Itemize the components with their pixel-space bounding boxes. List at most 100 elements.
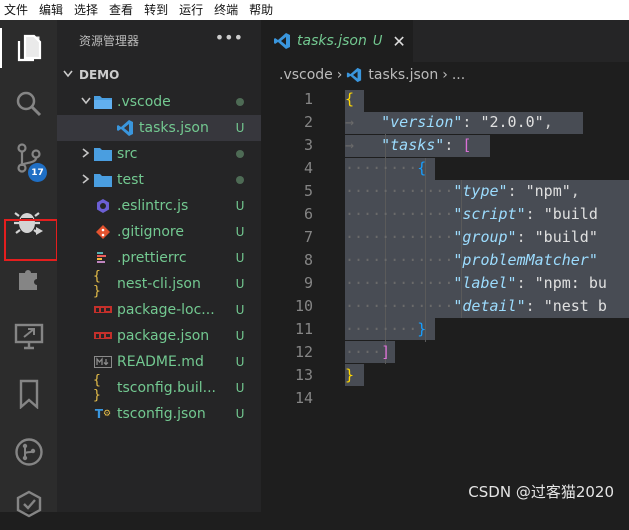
code-key: "detail" bbox=[453, 297, 526, 315]
breadcrumb-folder[interactable]: .vscode bbox=[279, 67, 333, 83]
tree-item-tsconfig-json[interactable]: T ⚙ tsconfig.json U bbox=[57, 401, 261, 427]
line-number: 7 bbox=[303, 228, 313, 246]
chevron-right-icon bbox=[79, 173, 93, 187]
tree-item-prettierrc[interactable]: .prettierrc U bbox=[57, 245, 261, 271]
tab-tasks-json[interactable]: tasks.json U ✕ bbox=[261, 20, 413, 62]
line-number: 5 bbox=[303, 182, 313, 200]
modified-dot bbox=[231, 95, 249, 109]
line-number: 13 bbox=[294, 366, 313, 384]
folder-icon bbox=[93, 171, 113, 189]
tree-item-label: tsconfig.json bbox=[117, 406, 206, 422]
code-editor[interactable]: 1{ 2 → "version": "2.0.0", 3 → "tasks": [ … bbox=[261, 88, 629, 512]
editor-tab-bar: tasks.json U ✕ bbox=[261, 20, 629, 62]
code-token: } bbox=[345, 366, 355, 384]
code-token: { bbox=[417, 159, 427, 177]
code-string: "nest b bbox=[543, 297, 607, 315]
bookmarks-icon[interactable] bbox=[0, 368, 57, 420]
source-control-icon[interactable]: 17 bbox=[0, 132, 57, 184]
menu-terminal[interactable]: 终端 bbox=[209, 0, 244, 20]
source-control-badge: 17 bbox=[28, 163, 47, 182]
workspace-section-header[interactable]: DEMO bbox=[57, 63, 261, 87]
vscode-file-icon bbox=[273, 32, 291, 50]
chevron-right-icon: › bbox=[336, 67, 343, 83]
chevron-right-icon: › bbox=[442, 67, 448, 83]
breadcrumb-more[interactable]: ... bbox=[452, 67, 465, 83]
eslint-icon bbox=[93, 197, 113, 215]
code-punct: , bbox=[570, 182, 580, 200]
chevron-right-icon bbox=[79, 147, 93, 161]
tree-item-label: tsconfig.buil... bbox=[117, 380, 216, 396]
modified-dot bbox=[231, 147, 249, 161]
menu-bar: 文件 编辑 选择 查看 转到 运行 终端 帮助 bbox=[0, 0, 629, 20]
close-icon[interactable]: ✕ bbox=[392, 32, 405, 51]
tree-item-label: src bbox=[117, 146, 138, 162]
chevron-down-icon bbox=[79, 97, 93, 108]
code-token: { bbox=[345, 90, 355, 108]
more-actions-icon[interactable]: ••• bbox=[215, 28, 243, 47]
code-token: } bbox=[417, 320, 427, 338]
tree-item-nest-cli-json[interactable]: { } nest-cli.json U bbox=[57, 269, 261, 299]
code-key: "script" bbox=[453, 205, 526, 223]
explorer-title: 资源管理器 bbox=[79, 34, 140, 48]
tab-label: tasks.json bbox=[297, 33, 367, 49]
tree-item-src-folder[interactable]: src bbox=[57, 141, 261, 167]
code-punct: , bbox=[543, 113, 553, 131]
markdown-icon bbox=[93, 353, 113, 371]
typescript-config-icon: T ⚙ bbox=[94, 407, 112, 421]
untracked-status: U bbox=[235, 381, 245, 395]
tree-item-tasks-json[interactable]: tasks.json U bbox=[57, 115, 261, 141]
tree-item-label: test bbox=[117, 172, 144, 188]
tree-item-label: nest-cli.json bbox=[117, 276, 201, 292]
menu-file[interactable]: 文件 bbox=[0, 0, 34, 20]
breadcrumb-file[interactable]: tasks.json bbox=[368, 67, 438, 83]
git-graph-icon[interactable] bbox=[0, 426, 57, 478]
line-number: 12 bbox=[294, 343, 313, 361]
line-number: 1 bbox=[303, 90, 313, 108]
menu-run[interactable]: 运行 bbox=[174, 0, 209, 20]
tree-item-eslintrc[interactable]: .eslintrc.js U bbox=[57, 193, 261, 219]
folder-icon bbox=[93, 145, 113, 163]
testing-icon[interactable] bbox=[0, 478, 57, 530]
line-number: 14 bbox=[294, 389, 313, 407]
search-icon[interactable] bbox=[0, 78, 57, 130]
menu-view[interactable]: 查看 bbox=[104, 0, 139, 20]
tree-item-gitignore[interactable]: .gitignore U bbox=[57, 219, 261, 245]
code-key: "type" bbox=[453, 182, 508, 200]
tree-item-vscode-folder[interactable]: .vscode bbox=[57, 89, 261, 115]
menu-edit[interactable]: 编辑 bbox=[34, 0, 69, 20]
watermark: CSDN @过客猫2020 bbox=[468, 483, 614, 501]
extensions-icon[interactable] bbox=[0, 252, 57, 304]
code-key: "tasks" bbox=[381, 136, 445, 154]
untracked-status: U bbox=[235, 303, 245, 317]
explorer-sidebar: 资源管理器 ••• DEMO .vscode tasks.json U src … bbox=[57, 20, 261, 512]
tree-item-label: tasks.json bbox=[139, 120, 209, 136]
line-number: 2 bbox=[303, 113, 313, 131]
menu-go[interactable]: 转到 bbox=[139, 0, 174, 20]
code-string: "build bbox=[543, 205, 598, 223]
explorer-icon[interactable] bbox=[0, 22, 57, 74]
tree-item-tsconfig-build[interactable]: { } tsconfig.buil... U bbox=[57, 373, 261, 403]
code-string: "npm: bu bbox=[534, 274, 607, 292]
code-punct: : bbox=[525, 297, 544, 315]
chevron-down-icon bbox=[57, 70, 79, 81]
tree-item-label: package-loc... bbox=[117, 302, 215, 318]
untracked-status: U bbox=[235, 277, 245, 291]
json-braces-icon: { } bbox=[93, 269, 101, 299]
git-icon bbox=[93, 223, 113, 241]
code-string: "2.0.0" bbox=[480, 113, 544, 131]
tree-item-package-json[interactable]: package.json U bbox=[57, 323, 261, 349]
remote-explorer-icon[interactable] bbox=[0, 310, 57, 362]
tree-item-package-lock[interactable]: package-loc... U bbox=[57, 297, 261, 323]
npm-icon bbox=[93, 327, 113, 345]
menu-help[interactable]: 帮助 bbox=[244, 0, 279, 20]
code-key: "version" bbox=[381, 113, 463, 131]
untracked-status: U bbox=[235, 251, 245, 265]
prettier-icon bbox=[93, 249, 113, 267]
tree-item-test-folder[interactable]: test bbox=[57, 167, 261, 193]
tree-item-label: package.json bbox=[117, 328, 210, 344]
line-number: 8 bbox=[303, 251, 313, 269]
menu-selection[interactable]: 选择 bbox=[69, 0, 104, 20]
code-punct: : bbox=[516, 228, 535, 246]
tree-item-readme[interactable]: README.md U bbox=[57, 349, 261, 375]
line-number: 10 bbox=[294, 297, 313, 315]
